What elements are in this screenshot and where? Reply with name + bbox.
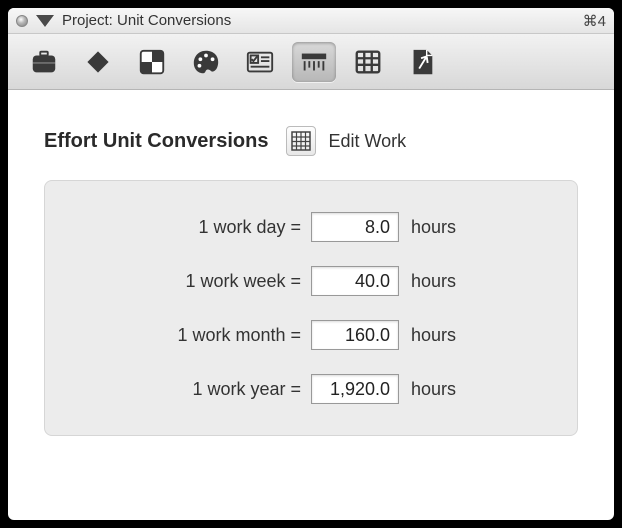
ruler-icon — [299, 47, 329, 77]
work-year-input[interactable] — [311, 374, 399, 404]
conversions-panel: 1 work day = hours 1 work week = hours 1… — [44, 180, 578, 436]
conversion-row: 1 work week = hours — [81, 265, 541, 297]
tab-colors-button[interactable] — [184, 42, 228, 82]
window-title: Project: Unit Conversions — [62, 12, 575, 29]
conversion-row: 1 work day = hours — [81, 211, 541, 243]
checker-icon — [137, 47, 167, 77]
tab-milestones-button[interactable] — [76, 42, 120, 82]
row-label: 1 work day = — [81, 217, 311, 238]
tab-dates-button[interactable] — [346, 42, 390, 82]
checkbox-form-icon — [245, 47, 275, 77]
titlebar: Project: Unit Conversions ⌘4 — [8, 8, 614, 34]
row-unit: hours — [399, 271, 456, 292]
page-arrow-icon — [407, 47, 437, 77]
grid-icon — [353, 47, 383, 77]
edit-work-group: Edit Work — [286, 126, 406, 156]
tab-tasks-button[interactable] — [238, 42, 282, 82]
work-day-input[interactable] — [311, 212, 399, 242]
work-week-input[interactable] — [311, 266, 399, 296]
inspector-toolbar — [8, 34, 614, 90]
tab-project-button[interactable] — [22, 42, 66, 82]
row-unit: hours — [399, 325, 456, 346]
section-title: Effort Unit Conversions — [44, 130, 268, 153]
row-label: 1 work week = — [81, 271, 311, 292]
inspector-window: Project: Unit Conversions ⌘4 — [8, 8, 614, 520]
tab-styles-button[interactable] — [130, 42, 174, 82]
diamond-icon — [83, 47, 113, 77]
calendar-grid-icon — [291, 131, 311, 151]
content-area: Effort Unit Conversions Edit Work — [8, 90, 614, 436]
row-unit: hours — [399, 379, 456, 400]
tab-attachments-button[interactable] — [400, 42, 444, 82]
keyboard-shortcut: ⌘4 — [583, 12, 606, 30]
work-month-input[interactable] — [311, 320, 399, 350]
section-header: Effort Unit Conversions Edit Work — [44, 126, 578, 156]
briefcase-icon — [29, 47, 59, 77]
row-label: 1 work month = — [81, 325, 311, 346]
row-label: 1 work year = — [81, 379, 311, 400]
edit-work-button[interactable] — [286, 126, 316, 156]
conversion-row: 1 work year = hours — [81, 373, 541, 405]
close-window-button[interactable] — [16, 15, 28, 27]
conversion-row: 1 work month = hours — [81, 319, 541, 351]
edit-work-label: Edit Work — [328, 131, 406, 152]
row-unit: hours — [399, 217, 456, 238]
disclosure-triangle[interactable] — [36, 15, 54, 27]
palette-icon — [191, 47, 221, 77]
tab-units-button[interactable] — [292, 42, 336, 82]
